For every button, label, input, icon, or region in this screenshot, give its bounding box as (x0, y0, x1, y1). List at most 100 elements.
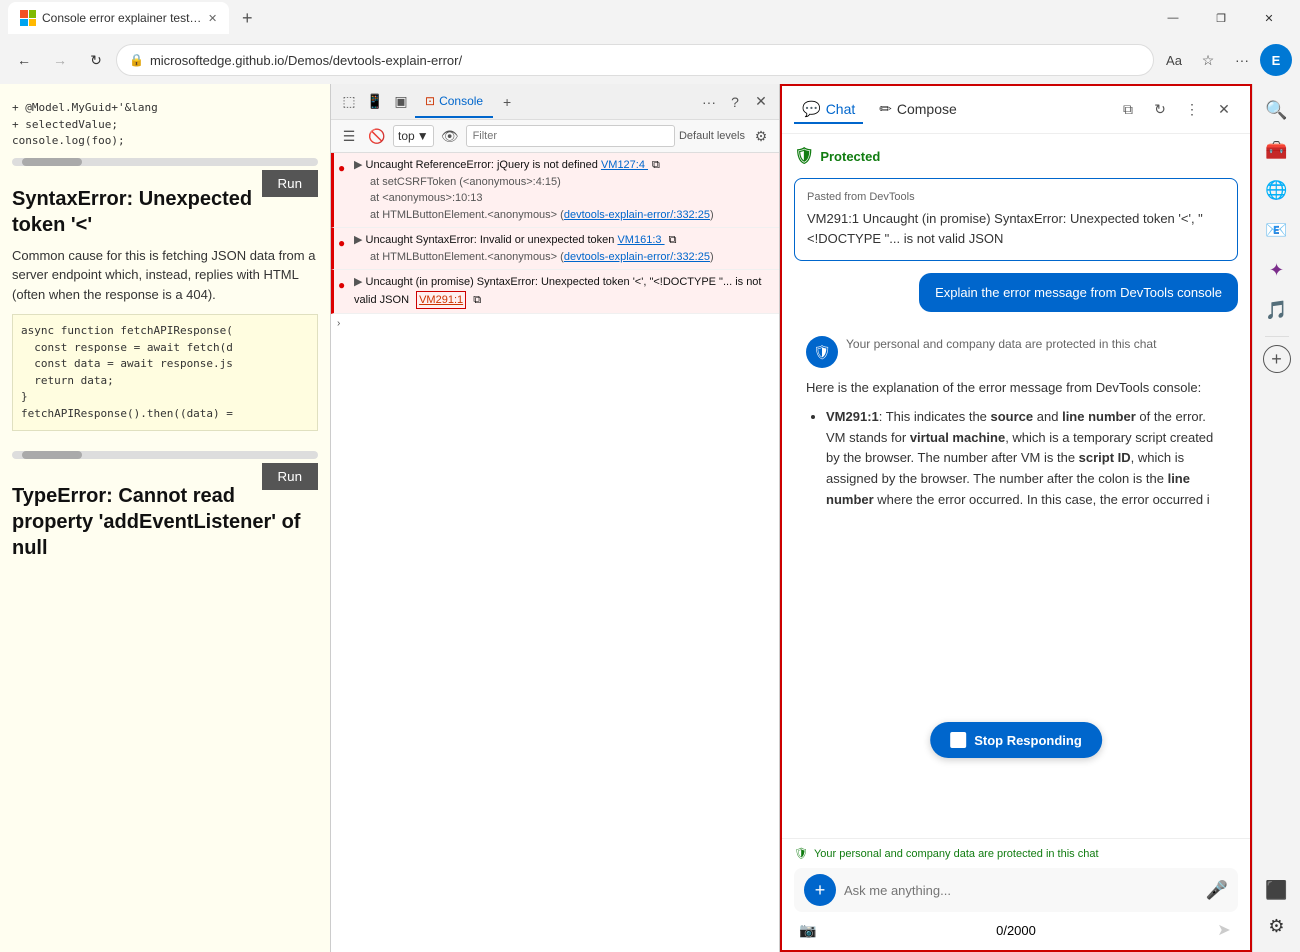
snippet-line-5: } (21, 389, 309, 406)
pasted-text: VM291:1 Uncaught (in promise) SyntaxErro… (807, 209, 1225, 248)
err-link-1-sub[interactable]: devtools-explain-error/:332:25 (564, 209, 710, 221)
nav-bar: ← → ↻ 🔒 microsoftedge.github.io/Demos/de… (0, 36, 1300, 84)
tab-console[interactable]: ⊡ Console (415, 86, 493, 118)
footer-shield-icon: 🛡 (794, 847, 808, 860)
stop-responding-button[interactable]: Stop Responding (930, 722, 1102, 758)
error-icon-1: ● (338, 159, 345, 177)
snippet-line-4: return data; (21, 373, 309, 390)
console-settings[interactable]: ⚙ (749, 124, 773, 148)
copy-icon-1[interactable]: ⧉ (652, 157, 668, 173)
window-controls: — ❐ ✕ (1150, 2, 1292, 34)
scrollbar-horizontal-bottom[interactable] (12, 451, 318, 459)
devtools-add-tab[interactable]: + (495, 90, 519, 114)
forward-button[interactable]: → (44, 44, 76, 76)
sidebar-add-button[interactable]: + (1263, 345, 1291, 373)
sidebar-tools-button[interactable]: 🧰 (1259, 132, 1295, 168)
tab-compose[interactable]: ✏ Compose (871, 96, 965, 124)
ai-intro: Here is the explanation of the error mes… (806, 378, 1226, 399)
lock-icon: 🔒 (129, 53, 144, 67)
run-button-top[interactable]: Run (262, 170, 318, 197)
devtools-close[interactable]: ✕ (749, 90, 773, 114)
sidebar-outlook-button[interactable]: 📧 (1259, 212, 1295, 248)
devtools-help[interactable]: ? (723, 90, 747, 114)
close-button[interactable]: ✕ (1246, 2, 1292, 34)
run-button-bottom[interactable]: Run (262, 463, 318, 490)
context-selector[interactable]: top ▼ (393, 125, 434, 147)
screenshot-button[interactable]: 📷 (796, 918, 820, 942)
sidebar-bottom: ⬛ ⚙ (1259, 872, 1295, 944)
popout-button[interactable]: ⧉ (1114, 96, 1142, 124)
ai-text: Here is the explanation of the error mes… (806, 378, 1226, 511)
snippet-line-6: fetchAPIResponse().then((data) = (21, 406, 309, 423)
sidebar-settings-button[interactable]: ⚙ (1259, 908, 1295, 944)
console-content: ● ▶ Uncaught ReferenceError: jQuery is n… (331, 153, 779, 952)
nav-right-buttons: Aa ☆ ··· E (1158, 44, 1292, 76)
microphone-icon[interactable]: 🎤 (1206, 880, 1228, 901)
vm-link-1[interactable]: VM127:4 (601, 159, 648, 171)
error-1-sub-1: at setCSRFToken (<anonymous>:4:15) (354, 174, 773, 191)
console-error-icon: ⊡ (425, 94, 435, 108)
error-toggle-3[interactable]: ▶ (354, 276, 362, 288)
refresh-button[interactable]: ↻ (80, 44, 112, 76)
sidebar-copilot-button[interactable]: ✦ (1259, 252, 1295, 288)
copy-icon-3[interactable]: ⧉ (473, 292, 489, 308)
console-filter-input[interactable] (466, 125, 675, 147)
maximize-button[interactable]: ❐ (1198, 2, 1244, 34)
err-link-2-sub[interactable]: devtools-explain-error/:332:25 (564, 251, 710, 263)
vm-link-2[interactable]: VM161:3 (617, 234, 664, 246)
type-error-title: TypeError: Cannot read property 'addEven… (12, 483, 318, 561)
more-tools-button[interactable]: ··· (1226, 44, 1258, 76)
error-toggle-1[interactable]: ▶ (354, 159, 362, 171)
expand-arrow[interactable]: › (331, 314, 779, 333)
char-count: 0/2000 (996, 923, 1036, 938)
tab-close-button[interactable]: ✕ (208, 12, 217, 25)
snippet-line-2: const response = await fetch(d (21, 340, 309, 357)
chat-input[interactable] (844, 883, 1198, 898)
vm-link-3-box: VM291:1 (416, 291, 466, 310)
shield-protected-icon: 🛡 (794, 146, 814, 166)
read-aloud-button[interactable]: Aa (1158, 44, 1190, 76)
favicon (20, 10, 36, 26)
vm-link-3[interactable]: VM291:1 (419, 292, 463, 309)
favorites-button[interactable]: ☆ (1192, 44, 1224, 76)
console-eye-toggle[interactable]: 👁 (438, 124, 462, 148)
send-button[interactable]: ➤ (1212, 918, 1236, 942)
error-1-sub-3: at HTMLButtonElement.<anonymous> (devtoo… (354, 207, 773, 224)
error-toggle-2[interactable]: ▶ (354, 234, 362, 246)
tab-chat[interactable]: 💬 Chat (794, 96, 863, 124)
top-label: top (398, 129, 415, 143)
chat-tab-label: Chat (826, 101, 856, 117)
browser-tab[interactable]: Console error explainer test page ✕ (8, 2, 229, 34)
devtools-sidebar-toggle[interactable]: ▣ (389, 90, 413, 114)
console-clear[interactable]: 🚫 (365, 124, 389, 148)
ai-protection-note: 🛡 Your personal and company data are pro… (806, 336, 1226, 368)
copy-icon-2[interactable]: ⧉ (669, 232, 685, 248)
back-button[interactable]: ← (8, 44, 40, 76)
close-copilot-button[interactable]: ✕ (1210, 96, 1238, 124)
devtools-device-toggle[interactable]: 📱 (363, 90, 387, 114)
copilot-body: 🛡 Protected Pasted from DevTools VM291:1… (782, 134, 1250, 838)
sidebar-spotify-button[interactable]: 🎵 (1259, 292, 1295, 328)
address-text: microsoftedge.github.io/Demos/devtools-e… (150, 53, 1141, 68)
refresh-chat-button[interactable]: ↻ (1146, 96, 1174, 124)
stop-icon (950, 732, 966, 748)
protected-badge: 🛡 Protected (794, 146, 1238, 166)
devtools-element-picker[interactable]: ⬚ (337, 90, 361, 114)
devtools-more-options[interactable]: ··· (697, 90, 721, 114)
scrollbar-horizontal-top[interactable] (12, 158, 318, 166)
protected-label: Protected (820, 149, 880, 164)
minimize-button[interactable]: — (1150, 2, 1196, 34)
console-sidebar-toggle[interactable]: ☰ (337, 124, 361, 148)
more-options-button[interactable]: ⋮ (1178, 96, 1206, 124)
user-message-wrapper: Explain the error message from DevTools … (794, 273, 1238, 312)
sidebar-split-screen[interactable]: ⬛ (1259, 872, 1295, 908)
sidebar-search-button[interactable]: 🔍 (1259, 92, 1295, 128)
address-bar[interactable]: 🔒 microsoftedge.github.io/Demos/devtools… (116, 44, 1154, 76)
compose-icon: ✏ (879, 100, 892, 118)
sidebar-collections-button[interactable]: 🌐 (1259, 172, 1295, 208)
ai-shield-icon: 🛡 (806, 336, 838, 368)
new-tab-button[interactable]: + (233, 4, 261, 32)
add-context-button[interactable]: + (804, 874, 836, 906)
copilot-header: 💬 Chat ✏ Compose ⧉ ↻ ⋮ ✕ (782, 86, 1250, 134)
profile-button[interactable]: E (1260, 44, 1292, 76)
